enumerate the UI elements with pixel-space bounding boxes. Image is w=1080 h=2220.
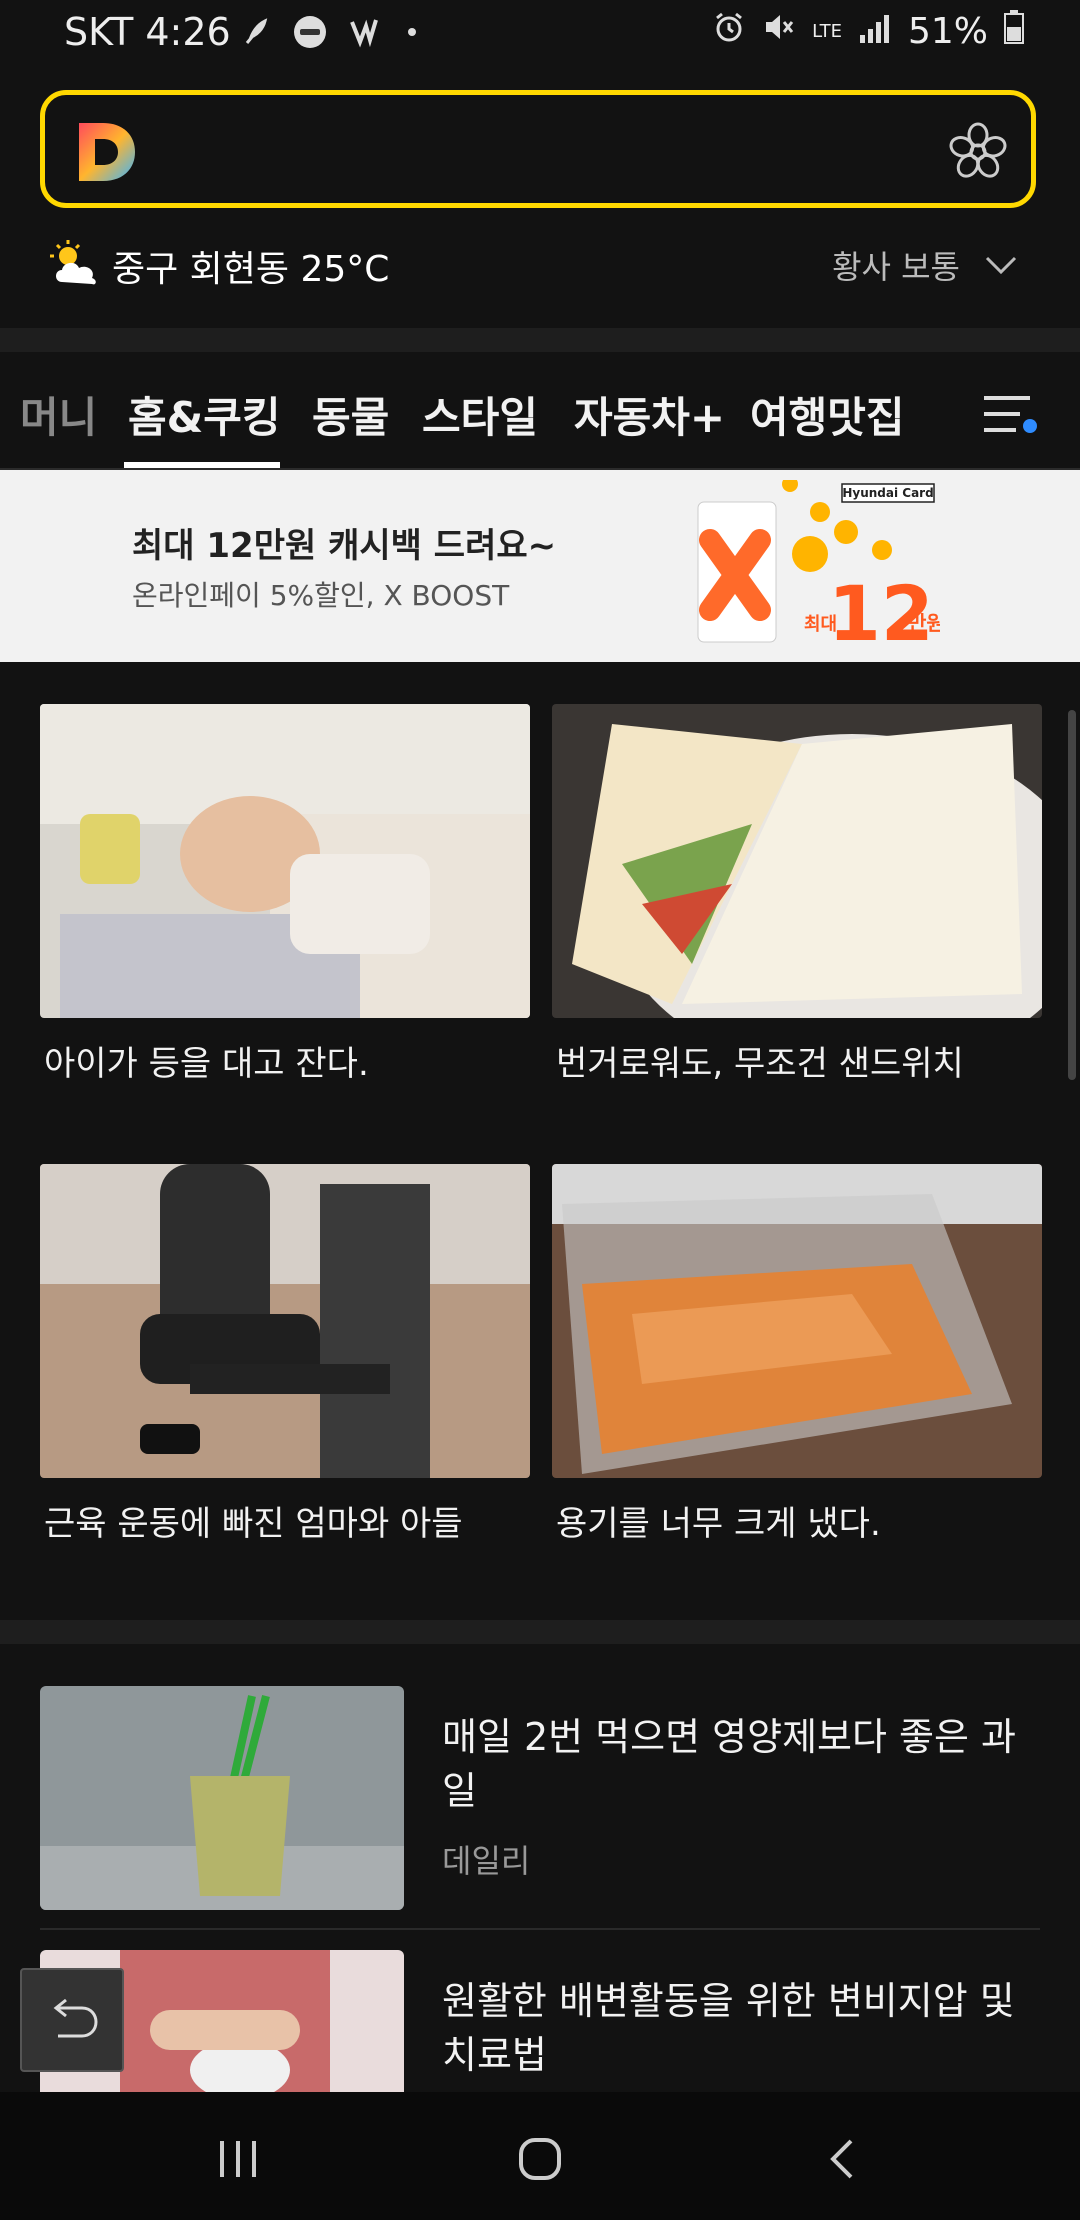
grid-caption-1[interactable]: 아이가 등을 대고 잔다. <box>44 1036 369 1085</box>
grid-caption-2[interactable]: 번거로워도, 무조건 샌드위치 <box>556 1036 964 1085</box>
battery-percent: 51% <box>907 11 988 52</box>
status-right-icons: LTE 51% <box>712 10 1024 53</box>
glass-container-food-image[interactable] <box>552 1164 1042 1478</box>
gym-workout-image[interactable] <box>40 1164 530 1478</box>
tab-car[interactable]: 자동차+ <box>574 384 725 445</box>
partly-cloudy-icon <box>48 238 102 288</box>
tabs-fade <box>912 352 962 468</box>
card-cashback-illustration: Hyundai Card 최대 12 만원 <box>690 476 945 658</box>
grid-caption-3[interactable]: 근육 운동에 빠진 엄마와 아들 <box>44 1496 463 1545</box>
undo-arrow-icon <box>53 1998 98 2038</box>
search-bar[interactable] <box>40 90 1036 208</box>
card-brand-text: Hyundai Card <box>842 486 933 500</box>
dust-status: 황사 보통 <box>832 248 960 286</box>
baby-sleeping-image[interactable] <box>40 704 530 1018</box>
alarm-icon <box>712 10 746 53</box>
back-icon[interactable] <box>812 2136 872 2182</box>
scrollbar[interactable] <box>1068 710 1076 1080</box>
recent-apps-icon[interactable] <box>208 2136 268 2182</box>
chevron-down-icon[interactable] <box>984 250 1018 280</box>
lte-icon: LTE <box>812 20 842 42</box>
menu-icon[interactable] <box>982 394 1040 434</box>
status-notification-icons <box>238 14 416 50</box>
daum-logo-icon[interactable] <box>73 119 139 185</box>
more-notifications-dot <box>408 28 416 36</box>
smoothie-image[interactable] <box>40 1686 404 1910</box>
active-tab-indicator <box>124 462 280 468</box>
category-tabs: 머니 홈&쿠킹 동물 스타일 자동차+ 여행맛집 <box>0 352 1080 470</box>
banner-title: 최대 12만원 캐시백 드려요~ <box>132 526 557 566</box>
tab-home-cooking[interactable]: 홈&쿠킹 <box>128 384 281 445</box>
amount-unit: 만원 <box>908 611 940 635</box>
lightning-icon <box>346 14 382 50</box>
back-to-previous-button[interactable] <box>20 1968 124 2072</box>
mute-icon <box>762 10 796 53</box>
tab-style[interactable]: 스타일 <box>422 384 538 445</box>
banner-subtitle: 온라인페이 5%할인, X BOOST <box>132 579 510 612</box>
promo-banner[interactable]: 최대 12만원 캐시백 드려요~ 온라인페이 5%할인, X BOOST Hyu… <box>0 470 1080 662</box>
weather-row[interactable]: 중구 회현동 25°C 황사 보통 <box>48 236 1032 292</box>
status-time: SKT 4:26 <box>64 10 231 54</box>
tab-travel-food[interactable]: 여행맛집 <box>750 384 905 445</box>
home-icon[interactable] <box>510 2136 570 2182</box>
weather-location-temp: 중구 회현동 25°C <box>112 249 390 290</box>
section-divider <box>0 328 1080 352</box>
section-divider <box>0 1620 1080 1644</box>
system-nav-bar <box>0 2092 1080 2220</box>
signal-icon <box>858 11 892 52</box>
list-item-source-1: 데일리 <box>442 1842 531 1880</box>
grid-caption-4[interactable]: 용기를 너무 크게 냈다. <box>556 1496 881 1545</box>
flower-icon[interactable] <box>947 121 1009 183</box>
tab-animals[interactable]: 동물 <box>312 384 389 445</box>
list-item-title-2[interactable]: 원활한 배변활동을 위한 변비지압 및 치료법 <box>442 1974 1022 2082</box>
list-item-title-1[interactable]: 매일 2번 먹으면 영양제보다 좋은 과일 <box>442 1710 1022 1818</box>
tab-money[interactable]: 머니 <box>20 384 97 445</box>
sandwich-image[interactable] <box>552 704 1042 1018</box>
feather-icon <box>238 14 274 50</box>
battery-icon <box>1004 10 1024 53</box>
app-badge-icon <box>292 14 328 50</box>
status-bar: SKT 4:26 LTE 51% <box>0 0 1080 66</box>
list-divider <box>40 1928 1040 1930</box>
